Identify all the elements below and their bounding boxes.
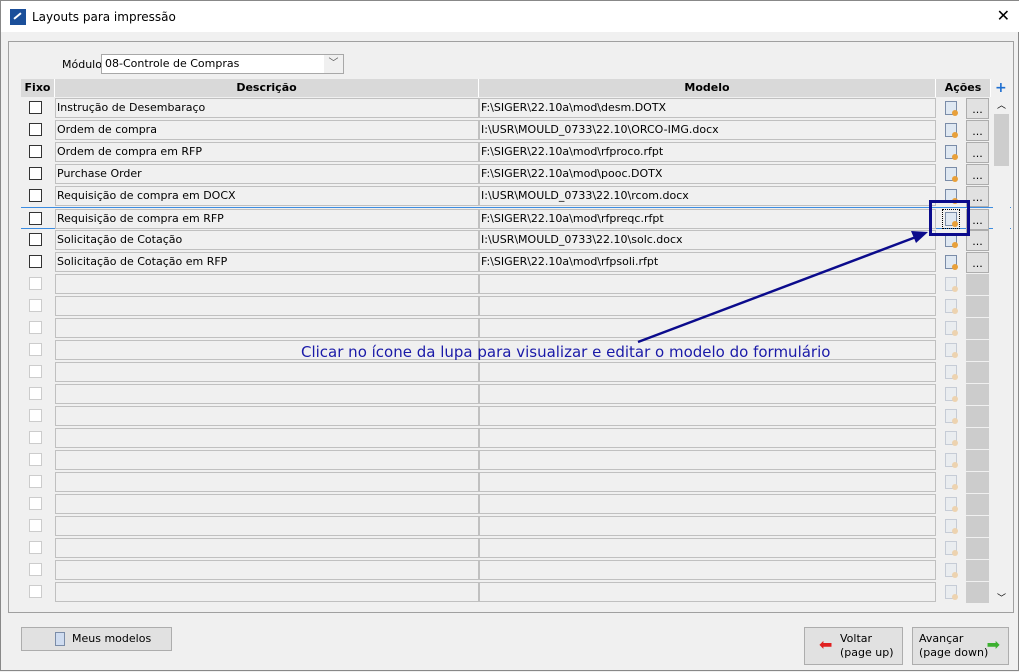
avancar-button[interactable]: ➡ Avançar (page down) (912, 627, 1009, 665)
meus-modelos-button[interactable]: Meus modelos (21, 627, 172, 651)
document-icon (55, 632, 65, 646)
highlight-box (929, 200, 970, 236)
voltar-label: Voltar (840, 632, 873, 645)
voltar-button[interactable]: ⬅ Voltar (page up) (804, 627, 903, 665)
annotation-arrow (637, 231, 928, 344)
meus-modelos-label: Meus modelos (72, 632, 152, 645)
voltar-sublabel: (page up) (840, 646, 894, 659)
arrow-left-icon: ⬅ (819, 635, 833, 654)
annotation-text: Clicar no ícone da lupa para visualizar … (301, 343, 831, 361)
arrow-right-icon: ➡ (986, 635, 1000, 654)
